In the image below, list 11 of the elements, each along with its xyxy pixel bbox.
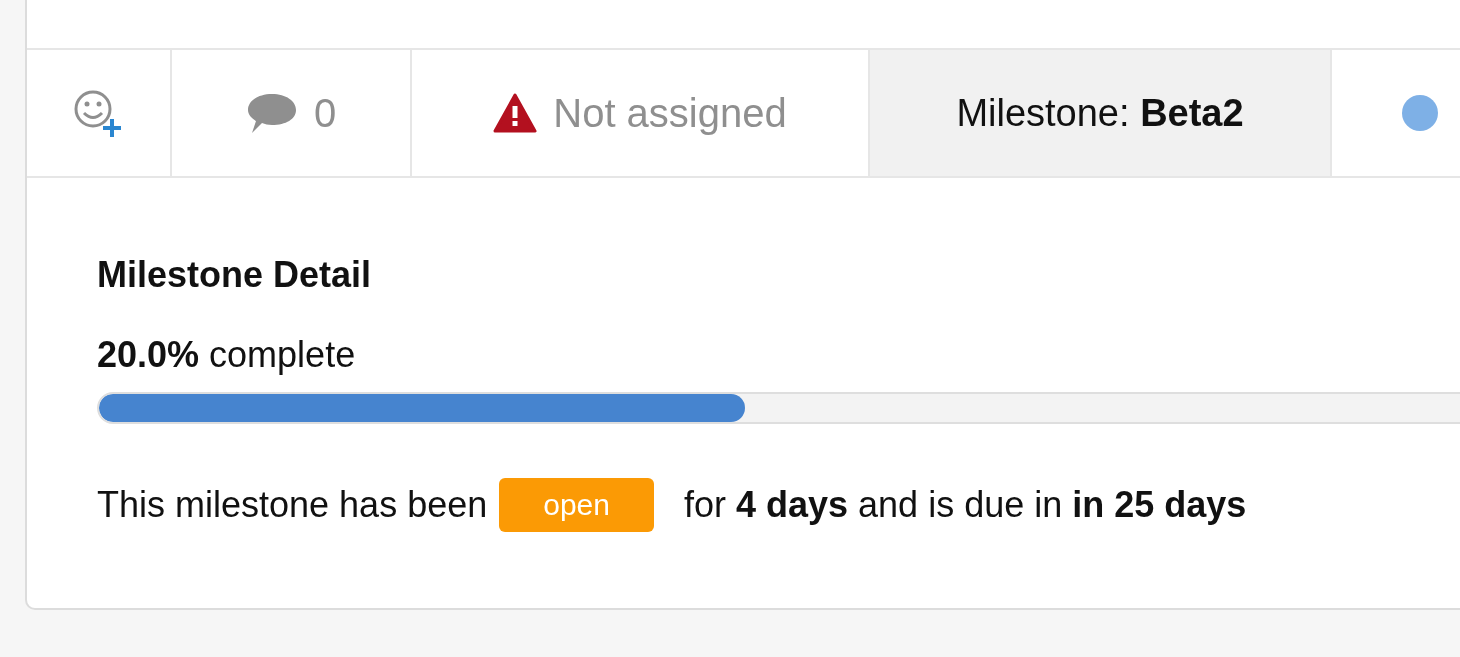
milestone-label: Milestone: Beta2 (956, 91, 1244, 135)
assignee-label: Not assigned (553, 90, 787, 136)
warning-icon (493, 93, 538, 133)
tab[interactable]: Milestone: Beta2 (870, 50, 1332, 176)
progress-text: 20.0% complete (97, 334, 357, 376)
section-title: Milestone Detail (97, 254, 373, 296)
status-text: This milestone has been (97, 484, 488, 526)
comment-count: 0 (313, 90, 337, 136)
status-badge: open (499, 478, 654, 532)
status-text: for 4 days and is due in in 25 days (683, 484, 1247, 526)
comment-icon (245, 91, 298, 135)
